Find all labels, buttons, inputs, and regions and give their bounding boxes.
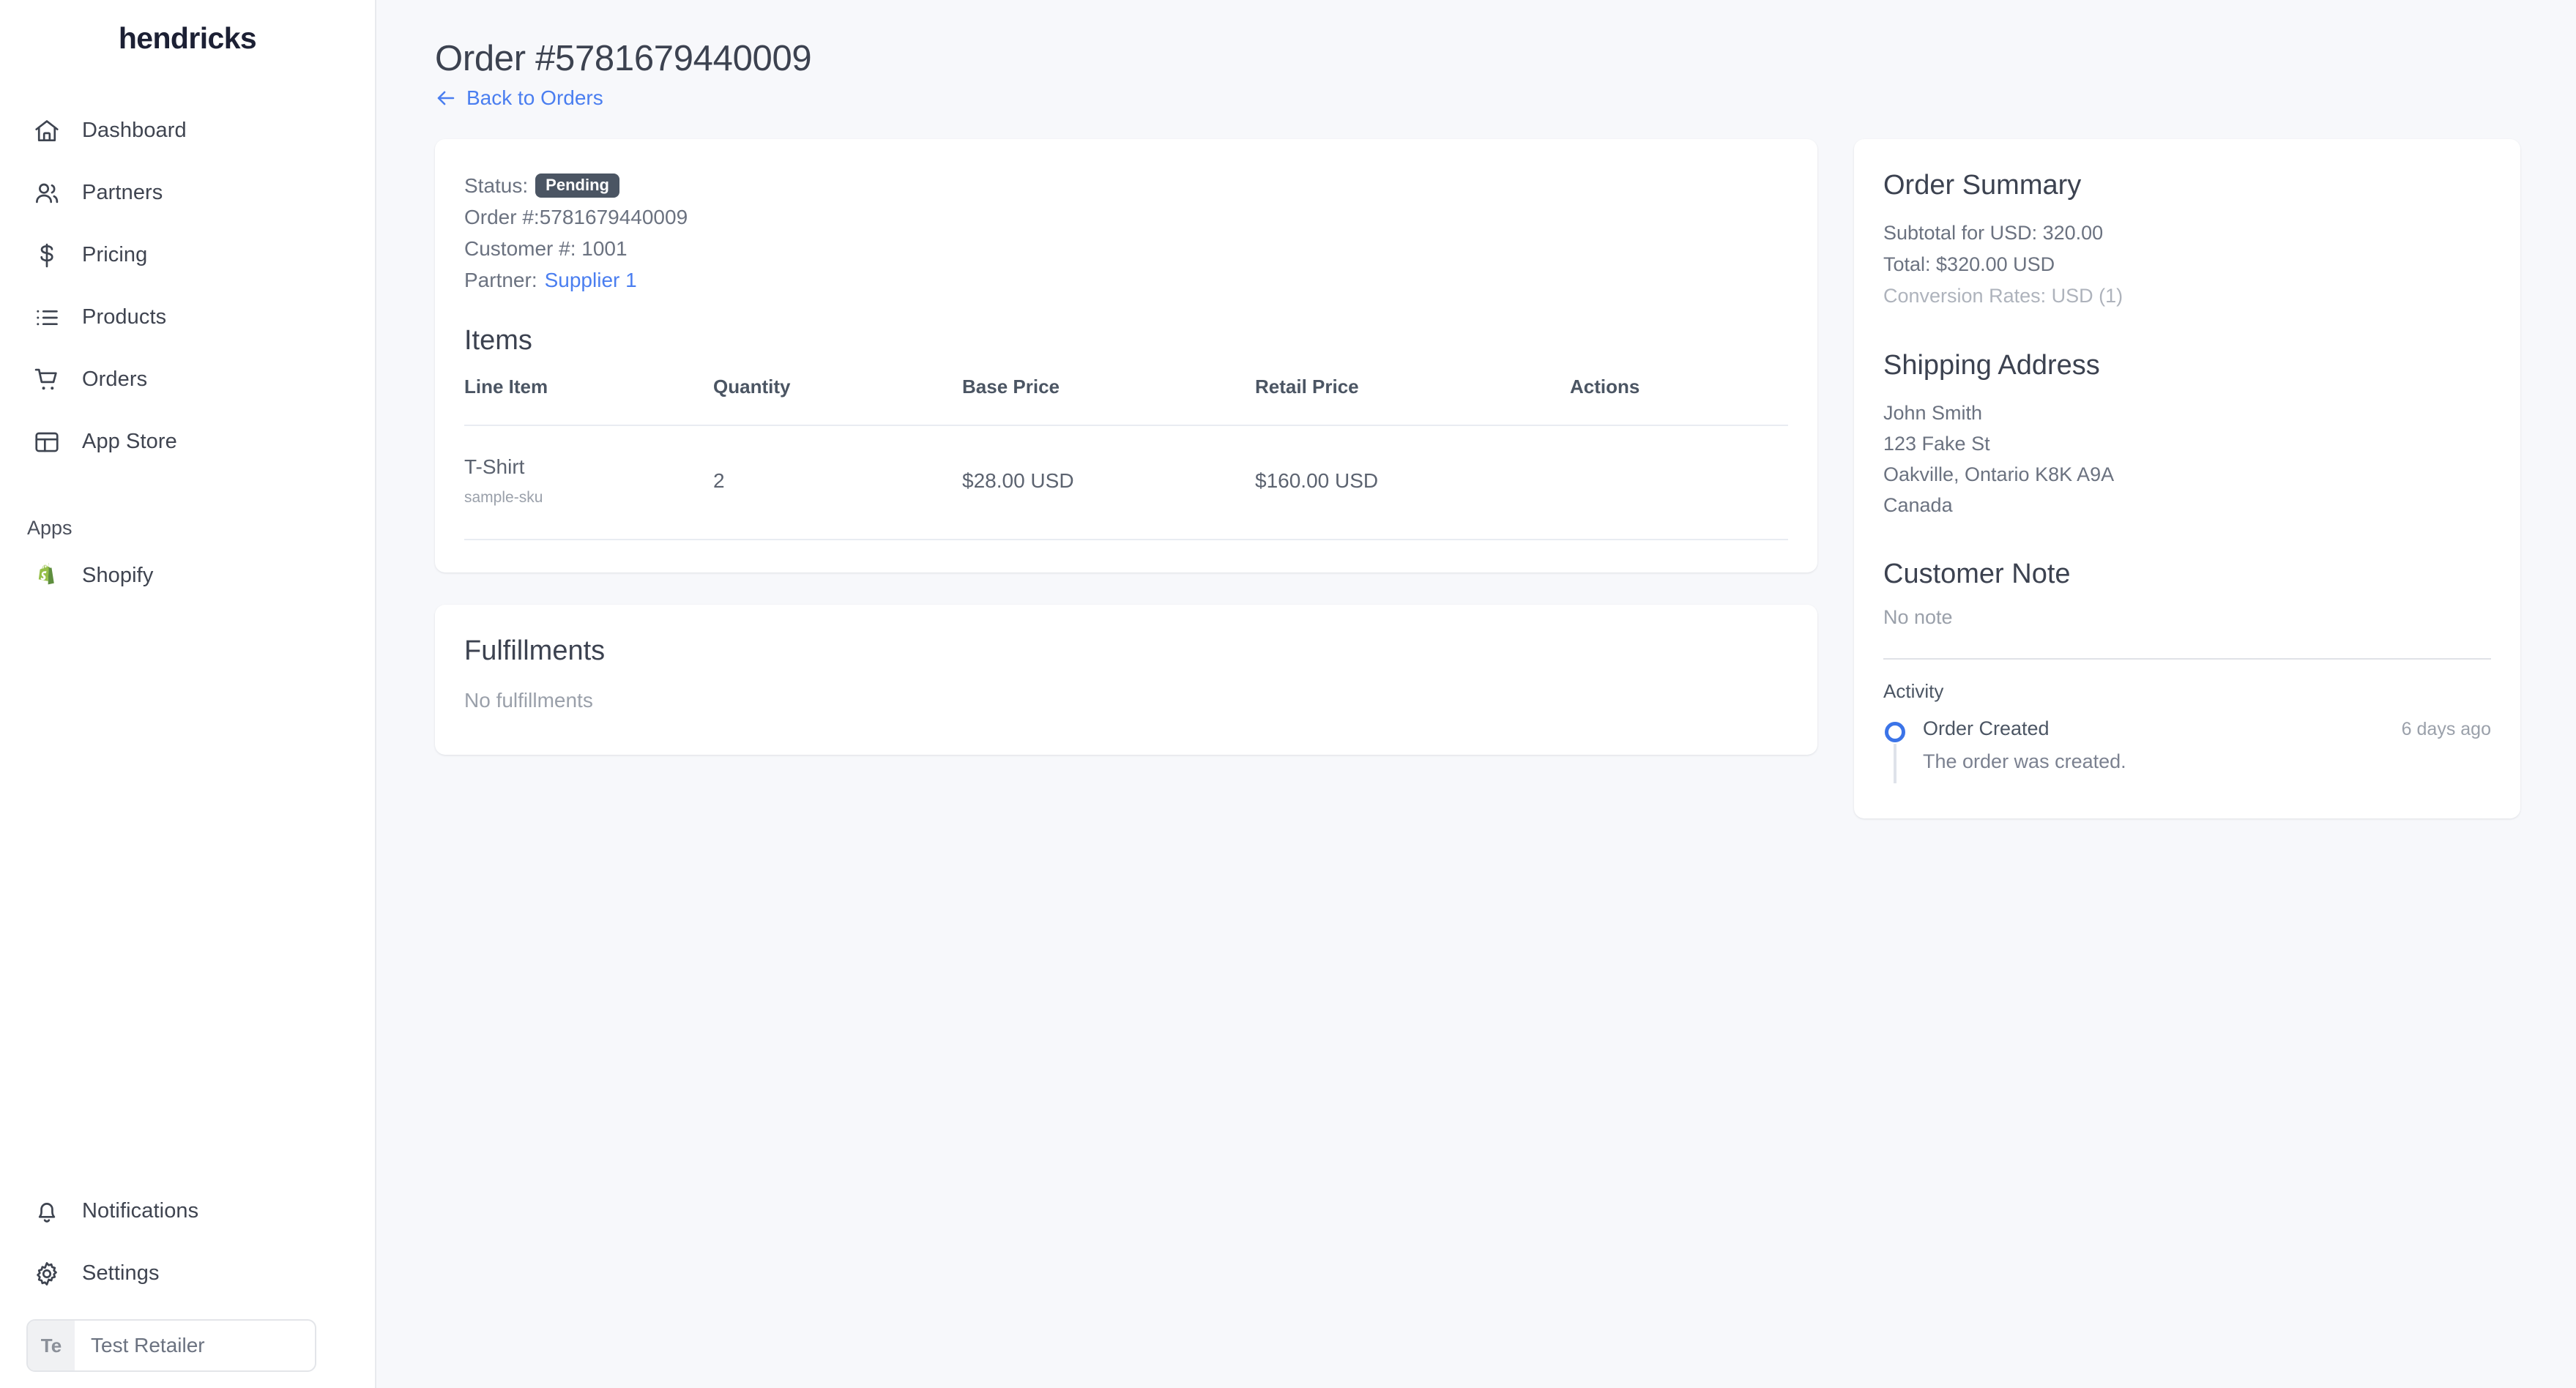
- retailer-name: Test Retailer: [91, 1334, 205, 1357]
- column-header-base-price: Base Price: [962, 376, 1255, 426]
- back-link-label: Back to Orders: [466, 86, 603, 109]
- cell-quantity: 2: [713, 425, 962, 540]
- users-icon: [32, 179, 62, 208]
- item-sku: sample-sku: [464, 489, 543, 506]
- app-root: hendricks Dashboard Partners Pricing Pro…: [0, 0, 2576, 1388]
- customer-note-value: No note: [1883, 606, 1953, 628]
- status-badge: Pending: [535, 174, 619, 198]
- sidebar: hendricks Dashboard Partners Pricing Pro…: [0, 0, 376, 1388]
- sidebar-item-label: Dashboard: [82, 119, 187, 142]
- cart-icon: [32, 365, 62, 395]
- activity-label: Order Created: [1923, 717, 2050, 739]
- sidebar-item-pricing[interactable]: Pricing: [0, 224, 375, 286]
- cell-line-item: T-Shirt sample-sku: [464, 425, 713, 540]
- sidebar-item-label: Pricing: [82, 243, 148, 266]
- partner-link[interactable]: Supplier 1: [545, 264, 637, 296]
- list-icon: [32, 303, 62, 332]
- order-summary-title: Order Summary: [1883, 170, 2082, 201]
- cell-base-price: $28.00 USD: [962, 425, 1255, 540]
- sidebar-item-products[interactable]: Products: [0, 286, 375, 348]
- sidebar-item-label: Notifications: [82, 1199, 199, 1223]
- partner-row: Partner: Supplier 1: [464, 264, 1788, 296]
- address-line: Canada: [1883, 494, 1953, 516]
- address-line: 123 Fake St: [1883, 433, 1990, 455]
- customer-number-row: Customer #: 1001: [464, 237, 628, 260]
- main-content: Order #5781679440009 Back to Orders Stat…: [376, 0, 2576, 1388]
- cell-retail-price: $160.00 USD: [1255, 425, 1570, 540]
- summary-subtotal: Subtotal for USD: 320.00: [1883, 222, 2104, 244]
- timeline-dot-icon: [1885, 722, 1905, 742]
- bell-icon: [32, 1197, 62, 1226]
- arrow-left-icon: [435, 87, 457, 109]
- content-columns: Status: Pending Order #:5781679440009 Cu…: [435, 139, 2531, 818]
- partner-label: Partner:: [464, 269, 537, 291]
- sidebar-item-label: Settings: [82, 1261, 160, 1285]
- sidebar-item-partners[interactable]: Partners: [0, 162, 375, 224]
- layout-icon: [32, 428, 62, 457]
- column-header-line-item: Line Item: [464, 376, 713, 426]
- items-table: Line Item Quantity Base Price Retail Pri…: [464, 376, 1788, 540]
- customer-note-title: Customer Note: [1883, 559, 2071, 589]
- sidebar-item-orders[interactable]: Orders: [0, 348, 375, 411]
- timeline-connector: [1894, 744, 1896, 783]
- activity-body: Order Created 6 days ago The order was c…: [1923, 717, 2491, 783]
- order-details-card: Status: Pending Order #:5781679440009 Cu…: [435, 139, 1817, 572]
- activity-timestamp: 6 days ago: [2401, 719, 2491, 739]
- sidebar-item-label: App Store: [82, 430, 177, 453]
- order-summary-card: Order Summary Subtotal for USD: 320.00 T…: [1854, 139, 2520, 818]
- item-name: T-Shirt: [464, 455, 525, 478]
- status-label: Status:: [464, 174, 529, 197]
- left-column: Status: Pending Order #:5781679440009 Cu…: [435, 139, 1817, 755]
- divider: [1883, 658, 2491, 660]
- sidebar-item-label: Products: [82, 305, 167, 329]
- order-number-row: Order #:5781679440009: [464, 206, 688, 228]
- home-icon: [32, 116, 62, 146]
- sidebar-item-shopify[interactable]: Shopify: [0, 550, 375, 601]
- fulfillments-card: Fulfillments No fulfillments: [435, 605, 1817, 755]
- column-header-quantity: Quantity: [713, 376, 962, 426]
- sidebar-item-notifications[interactable]: Notifications: [0, 1180, 375, 1242]
- fulfillments-empty-text: No fulfillments: [464, 689, 593, 712]
- sidebar-item-dashboard[interactable]: Dashboard: [0, 100, 375, 162]
- status-row: Status: Pending: [464, 170, 1788, 201]
- activity-title: Activity: [1883, 680, 1944, 702]
- summary-conversion-rates: Conversion Rates: USD (1): [1883, 285, 2123, 307]
- sidebar-item-label: Orders: [82, 367, 148, 391]
- summary-total: Total: $320.00 USD: [1883, 253, 2055, 275]
- table-row: T-Shirt sample-sku 2 $28.00 USD $160.00 …: [464, 425, 1788, 540]
- sidebar-item-settings[interactable]: Settings: [0, 1242, 375, 1305]
- brand-logo: hendricks: [118, 21, 257, 55]
- activity-head: Order Created 6 days ago: [1923, 717, 2491, 740]
- primary-nav: Dashboard Partners Pricing Products Orde…: [0, 100, 375, 473]
- gear-icon: [32, 1259, 62, 1288]
- shopify-icon: [32, 561, 62, 590]
- address-line: Oakville, Ontario K8K A9A: [1883, 463, 2115, 485]
- avatar: Te: [28, 1321, 75, 1370]
- items-section-title: Items: [464, 325, 532, 356]
- sidebar-item-app-store[interactable]: App Store: [0, 411, 375, 473]
- retailer-selector[interactable]: Te Test Retailer: [26, 1319, 316, 1372]
- shipping-address-title: Shipping Address: [1883, 350, 2100, 381]
- table-header-row: Line Item Quantity Base Price Retail Pri…: [464, 376, 1788, 426]
- right-column: Order Summary Subtotal for USD: 320.00 T…: [1854, 139, 2520, 818]
- timeline: [1883, 717, 1907, 783]
- secondary-nav: Notifications Settings Te Test Retailer: [0, 1180, 375, 1388]
- apps-section-heading: Apps: [27, 517, 72, 539]
- back-to-orders-link[interactable]: Back to Orders: [435, 86, 603, 110]
- address-line: John Smith: [1883, 402, 1983, 424]
- fulfillments-title: Fulfillments: [464, 635, 606, 666]
- cell-actions[interactable]: [1570, 425, 1788, 540]
- sidebar-item-label: Partners: [82, 181, 163, 204]
- sidebar-item-label: Shopify: [82, 563, 154, 587]
- column-header-actions: Actions: [1570, 376, 1788, 426]
- column-header-retail-price: Retail Price: [1255, 376, 1570, 426]
- activity-entry: Order Created 6 days ago The order was c…: [1883, 717, 2491, 783]
- dollar-icon: [32, 241, 62, 270]
- activity-description: The order was created.: [1923, 750, 2126, 772]
- page-title: Order #5781679440009: [435, 39, 812, 78]
